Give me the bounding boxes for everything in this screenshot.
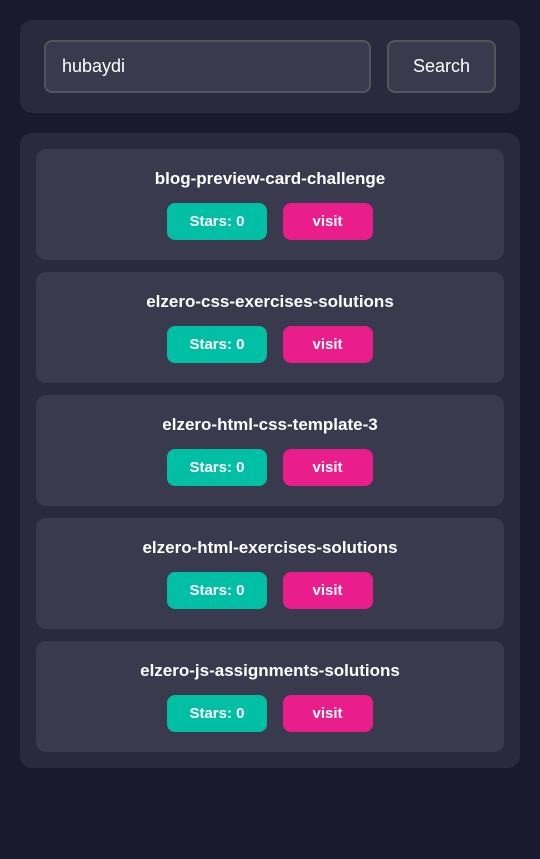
stars-badge: Stars: 0 bbox=[167, 449, 266, 486]
repo-actions: Stars: 0 visit bbox=[167, 695, 372, 732]
search-input[interactable] bbox=[44, 40, 371, 93]
search-panel: Search bbox=[20, 20, 520, 113]
stars-badge: Stars: 0 bbox=[167, 695, 266, 732]
repo-actions: Stars: 0 visit bbox=[167, 203, 372, 240]
repo-name: elzero-html-exercises-solutions bbox=[142, 538, 397, 558]
repo-actions: Stars: 0 visit bbox=[167, 572, 372, 609]
repo-card: elzero-css-exercises-solutions Stars: 0 vi… bbox=[36, 272, 504, 383]
repo-name: elzero-css-exercises-solutions bbox=[146, 292, 394, 312]
repo-name: elzero-html-css-template-3 bbox=[162, 415, 377, 435]
visit-button[interactable]: visit bbox=[283, 326, 373, 363]
stars-badge: Stars: 0 bbox=[167, 203, 266, 240]
visit-button[interactable]: visit bbox=[283, 695, 373, 732]
visit-button[interactable]: visit bbox=[283, 203, 373, 240]
stars-badge: Stars: 0 bbox=[167, 326, 266, 363]
repo-name: elzero-js-assignments-solutions bbox=[140, 661, 400, 681]
repo-card: elzero-html-css-template-3 Stars: 0 visit bbox=[36, 395, 504, 506]
repo-card: elzero-html-exercises-solutions Stars: 0 v… bbox=[36, 518, 504, 629]
repo-actions: Stars: 0 visit bbox=[167, 449, 372, 486]
results-panel: blog-preview-card-challenge Stars: 0 visit… bbox=[20, 133, 520, 768]
search-button[interactable]: Search bbox=[387, 40, 496, 93]
stars-badge: Stars: 0 bbox=[167, 572, 266, 609]
repo-card: elzero-js-assignments-solutions Stars: 0 v… bbox=[36, 641, 504, 752]
repo-actions: Stars: 0 visit bbox=[167, 326, 372, 363]
visit-button[interactable]: visit bbox=[283, 449, 373, 486]
repo-card: blog-preview-card-challenge Stars: 0 visit bbox=[36, 149, 504, 260]
visit-button[interactable]: visit bbox=[283, 572, 373, 609]
repo-name: blog-preview-card-challenge bbox=[155, 169, 386, 189]
